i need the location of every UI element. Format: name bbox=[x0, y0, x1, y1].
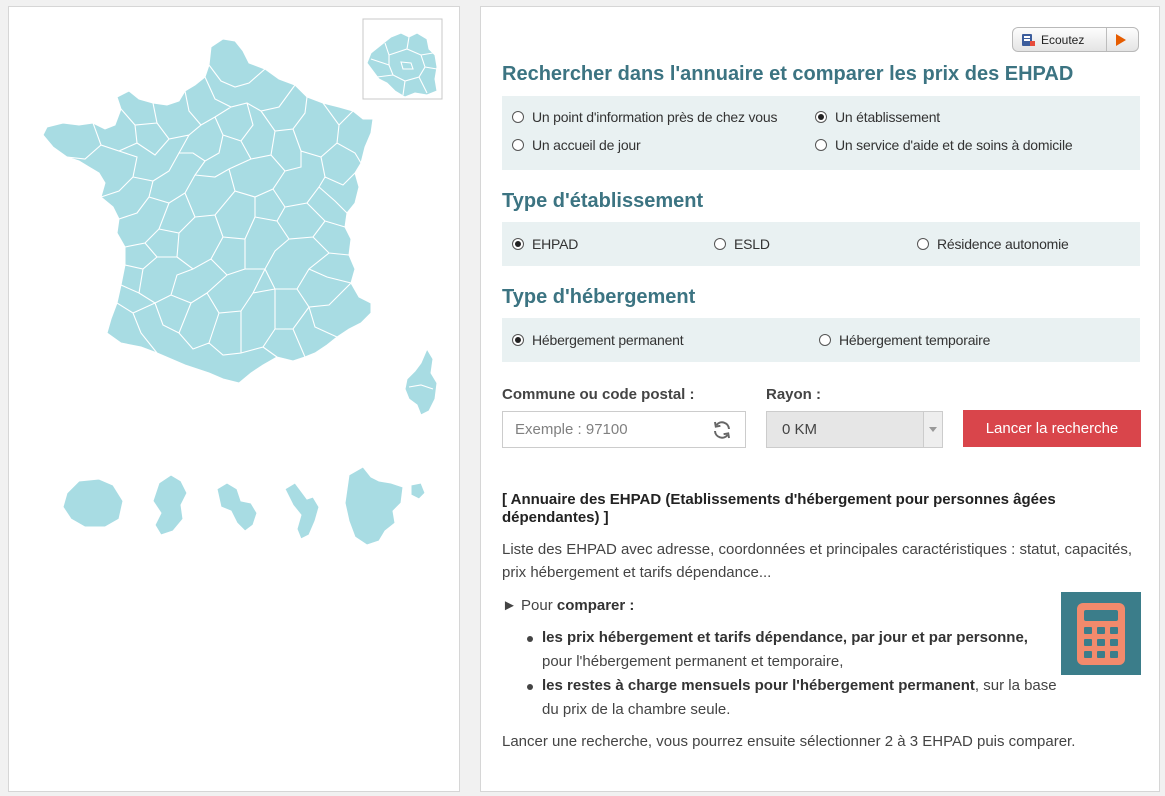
bullet-rest: pour l'hébergement permanent et temporai… bbox=[542, 653, 844, 670]
radio-service-aide-soins[interactable]: Un service d'aide et de soins à domicile bbox=[815, 137, 1073, 153]
guyane[interactable] bbox=[344, 466, 404, 546]
search-button[interactable]: Lancer la recherche bbox=[963, 410, 1141, 447]
mayotte[interactable] bbox=[284, 482, 320, 540]
radio-circle-selected[interactable] bbox=[512, 334, 524, 346]
radio-label: Un point d'information près de chez vous bbox=[532, 109, 778, 125]
establishment-type-group: EHPAD ESLD Résidence autonomie bbox=[502, 222, 1140, 266]
refresh-icon[interactable] bbox=[710, 418, 734, 442]
radio-point-information[interactable]: Un point d'information près de chez vous bbox=[512, 109, 777, 125]
radio-label: ESLD bbox=[734, 236, 770, 252]
radio-esld[interactable]: ESLD bbox=[714, 236, 770, 252]
martinique[interactable] bbox=[152, 474, 188, 536]
radio-label: Hébergement temporaire bbox=[839, 332, 991, 348]
play-icon[interactable] bbox=[1116, 34, 1126, 46]
search-panel: Ecoutez Rechercher dans l'annuaire et co… bbox=[480, 6, 1160, 792]
commune-label: Commune ou code postal : bbox=[502, 386, 695, 403]
compare-bold: comparer : bbox=[556, 597, 635, 614]
guadeloupe[interactable] bbox=[216, 482, 258, 532]
radio-circle[interactable] bbox=[512, 139, 524, 151]
description-footer: Lancer une recherche, vous pourrez ensui… bbox=[502, 733, 1076, 750]
radio-circle-selected[interactable] bbox=[815, 111, 827, 123]
description-intro: Liste des EHPAD avec adresse, coordonnée… bbox=[502, 541, 1133, 581]
radio-label: Hébergement permanent bbox=[532, 332, 684, 348]
speaker-icon bbox=[1022, 33, 1035, 46]
reunion[interactable] bbox=[62, 478, 124, 528]
radio-label: Résidence autonomie bbox=[937, 236, 1069, 252]
bullet-bold: les restes à charge mensuels pour l'hébe… bbox=[542, 677, 975, 694]
radio-label: EHPAD bbox=[532, 236, 579, 252]
lodging-heading: Type d'hébergement bbox=[502, 286, 696, 308]
radio-circle[interactable] bbox=[917, 238, 929, 250]
compare-prefix: ► Pour bbox=[502, 597, 557, 614]
lodging-type-group: Hébergement permanent Hébergement tempor… bbox=[502, 318, 1140, 362]
radio-circle-selected[interactable] bbox=[512, 238, 524, 250]
guyane-islet[interactable] bbox=[410, 482, 426, 500]
radio-residence-autonomie[interactable]: Résidence autonomie bbox=[917, 236, 1069, 252]
establishment-heading: Type d'établissement bbox=[502, 190, 704, 212]
compare-line: ► Pour comparer : bbox=[502, 594, 634, 617]
radio-label: Un service d'aide et de soins à domicile bbox=[835, 137, 1073, 153]
listen-separator bbox=[1106, 28, 1107, 51]
listen-button[interactable]: Ecoutez bbox=[1012, 27, 1139, 52]
bullet-bold: les prix hébergement et tarifs dépendanc… bbox=[542, 629, 1028, 646]
listen-label: Ecoutez bbox=[1041, 32, 1085, 47]
france-map[interactable] bbox=[9, 7, 461, 793]
radio-circle[interactable] bbox=[512, 111, 524, 123]
rayon-label: Rayon : bbox=[766, 386, 822, 403]
description-title: [ Annuaire des EHPAD (Etablissements d'h… bbox=[502, 491, 1056, 526]
info-type-group: Un point d'information près de chez vous… bbox=[502, 96, 1140, 170]
radio-circle[interactable] bbox=[819, 334, 831, 346]
page-title: Rechercher dans l'annuaire et comparer l… bbox=[502, 63, 1074, 85]
list-item: les restes à charge mensuels pour l'hébe… bbox=[521, 674, 1061, 722]
rayon-value: 0 KM bbox=[782, 421, 818, 438]
rayon-select[interactable]: 0 KM bbox=[766, 411, 943, 448]
radio-etablissement[interactable]: Un établissement bbox=[815, 109, 940, 125]
radio-circle[interactable] bbox=[815, 139, 827, 151]
radio-ehpad[interactable]: EHPAD bbox=[512, 236, 578, 252]
radio-label: Un établissement bbox=[835, 109, 940, 125]
radio-hebergement-temporaire[interactable]: Hébergement temporaire bbox=[819, 332, 990, 348]
map-panel bbox=[8, 6, 460, 792]
chevron-down-icon[interactable] bbox=[923, 412, 942, 447]
list-item: les prix hébergement et tarifs dépendanc… bbox=[521, 626, 1061, 674]
radio-circle[interactable] bbox=[714, 238, 726, 250]
radio-label: Un accueil de jour bbox=[532, 137, 641, 153]
calculator-icon bbox=[1061, 592, 1141, 675]
compare-list: les prix hébergement et tarifs dépendanc… bbox=[521, 626, 1061, 722]
radio-hebergement-permanent[interactable]: Hébergement permanent bbox=[512, 332, 684, 348]
corsica[interactable] bbox=[404, 347, 438, 416]
radio-accueil-de-jour[interactable]: Un accueil de jour bbox=[512, 137, 641, 153]
